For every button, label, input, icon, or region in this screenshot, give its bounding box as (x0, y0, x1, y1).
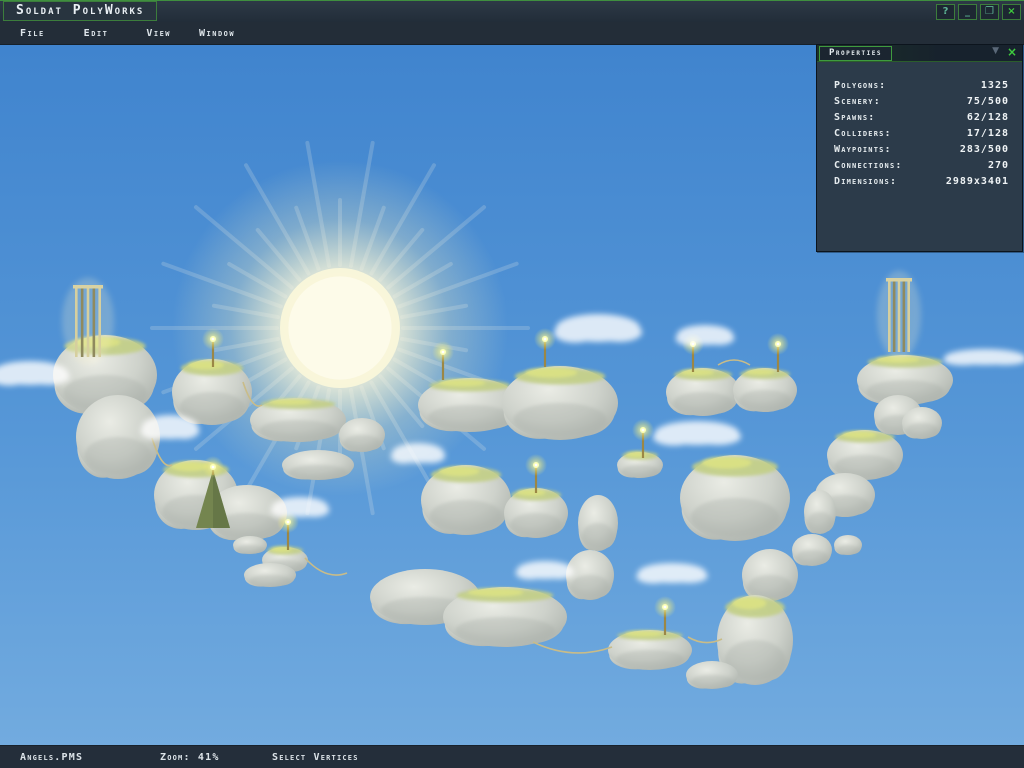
torch-scenery[interactable] (767, 333, 789, 372)
menu-item-edit[interactable]: Edit (84, 28, 109, 39)
island-polygon[interactable] (733, 368, 797, 412)
window-titlebar: Soldat PolyWorks ? _ ❐ × (0, 0, 1024, 22)
property-label: Polygons: (834, 80, 886, 91)
island-polygon[interactable] (421, 465, 511, 535)
panel-collapse-button[interactable]: ▼ (992, 46, 999, 56)
island-polygon[interactable] (578, 495, 618, 551)
properties-panel-header[interactable]: Properties ▼ × (817, 45, 1022, 62)
property-value: 1325 (981, 80, 1009, 91)
rope-bridge[interactable] (688, 637, 722, 643)
restore-icon: ❐ (985, 6, 994, 18)
help-icon: ? (943, 6, 949, 18)
status-tool: Select Vertices (272, 746, 359, 768)
property-label: Colliders: (834, 128, 892, 139)
island-polygon[interactable] (250, 398, 346, 442)
restore-button[interactable]: ❐ (980, 4, 999, 20)
property-label: Spawns: (834, 112, 876, 123)
island-polygon[interactable] (172, 359, 252, 425)
property-row-connections: Connections: 270 (817, 157, 1022, 173)
property-row-waypoints: Waypoints: 283/500 (817, 141, 1022, 157)
island-polygon[interactable] (339, 418, 385, 452)
chevron-down-icon: ▼ (992, 46, 999, 56)
cloud-scenery[interactable] (653, 421, 741, 446)
rope-bridge[interactable] (305, 558, 347, 575)
property-row-scenery: Scenery: 75/500 (817, 93, 1022, 109)
rope-bridge[interactable] (718, 360, 750, 365)
close-button[interactable]: × (1002, 4, 1021, 20)
property-row-polygons: Polygons: 1325 (817, 77, 1022, 93)
island-polygon[interactable] (282, 450, 354, 480)
statusbar: Angels.PMS Zoom: 41% Select Vertices (0, 745, 1024, 768)
menu-item-file[interactable]: File (20, 28, 45, 39)
property-value: 270 (988, 160, 1009, 171)
cloud-scenery[interactable] (636, 563, 707, 584)
island-polygon[interactable] (502, 366, 618, 440)
property-row-dimensions: Dimensions: 2989x3401 (817, 173, 1022, 189)
island-polygon[interactable] (804, 490, 836, 534)
island-polygon[interactable] (742, 549, 798, 601)
property-label: Scenery: (834, 96, 881, 107)
property-label: Dimensions: (834, 176, 897, 187)
torch-scenery[interactable] (534, 328, 556, 367)
cloud-scenery[interactable] (516, 561, 575, 579)
panel-close-button[interactable]: × (1007, 45, 1017, 59)
property-value: 75/500 (967, 96, 1009, 107)
island-polygon[interactable] (666, 368, 740, 416)
minimize-icon: _ (965, 6, 970, 18)
property-value: 2989x3401 (946, 176, 1009, 187)
window-controls: ? _ ❐ × (936, 4, 1021, 20)
property-row-colliders: Colliders: 17/128 (817, 125, 1022, 141)
close-icon: × (1007, 45, 1017, 59)
island-polygon[interactable] (834, 535, 862, 555)
minimize-button[interactable]: _ (958, 4, 977, 20)
torch-scenery[interactable] (525, 454, 547, 493)
island-polygon[interactable] (902, 407, 942, 439)
rope-bridge[interactable] (533, 642, 612, 653)
island-polygon[interactable] (608, 630, 692, 670)
island-polygon[interactable] (792, 534, 832, 566)
app-title: Soldat PolyWorks (3, 1, 157, 21)
cloud-scenery[interactable] (554, 314, 642, 343)
status-zoom: Zoom: 41% (160, 746, 220, 768)
menubar: File Edit View Window (0, 22, 1024, 45)
torch-scenery[interactable] (654, 596, 676, 635)
cloud-scenery[interactable] (943, 349, 1024, 365)
properties-panel-title: Properties (819, 46, 892, 61)
island-polygon[interactable] (686, 661, 738, 689)
close-icon: × (1007, 6, 1015, 18)
menu-item-view[interactable]: View (146, 28, 171, 39)
island-polygon[interactable] (244, 563, 296, 587)
island-polygon[interactable] (617, 451, 663, 478)
help-button[interactable]: ? (936, 4, 955, 20)
properties-panel-body: Polygons: 1325 Scenery: 75/500 Spawns: 6… (817, 62, 1022, 189)
island-polygon[interactable] (443, 587, 567, 647)
menu-item-window[interactable]: Window (199, 28, 235, 39)
pillar-scenery[interactable] (62, 278, 114, 364)
island-polygon[interactable] (233, 536, 267, 554)
property-label: Connections: (834, 160, 903, 171)
property-value: 283/500 (960, 144, 1009, 155)
island-polygon[interactable] (827, 430, 903, 480)
property-value: 17/128 (967, 128, 1009, 139)
property-row-spawns: Spawns: 62/128 (817, 109, 1022, 125)
cloud-scenery[interactable] (676, 325, 735, 346)
app-window: Soldat PolyWorks ? _ ❐ × File Edit View … (0, 0, 1024, 768)
properties-panel: Properties ▼ × Polygons: 1325 Scenery: 7… (816, 44, 1023, 252)
island-polygon[interactable] (680, 455, 790, 541)
property-value: 62/128 (967, 112, 1009, 123)
torch-scenery[interactable] (202, 456, 224, 478)
property-label: Waypoints: (834, 144, 892, 155)
pillar-scenery[interactable] (877, 271, 921, 360)
island-polygon[interactable] (504, 488, 568, 538)
status-filename: Angels.PMS (20, 746, 83, 768)
